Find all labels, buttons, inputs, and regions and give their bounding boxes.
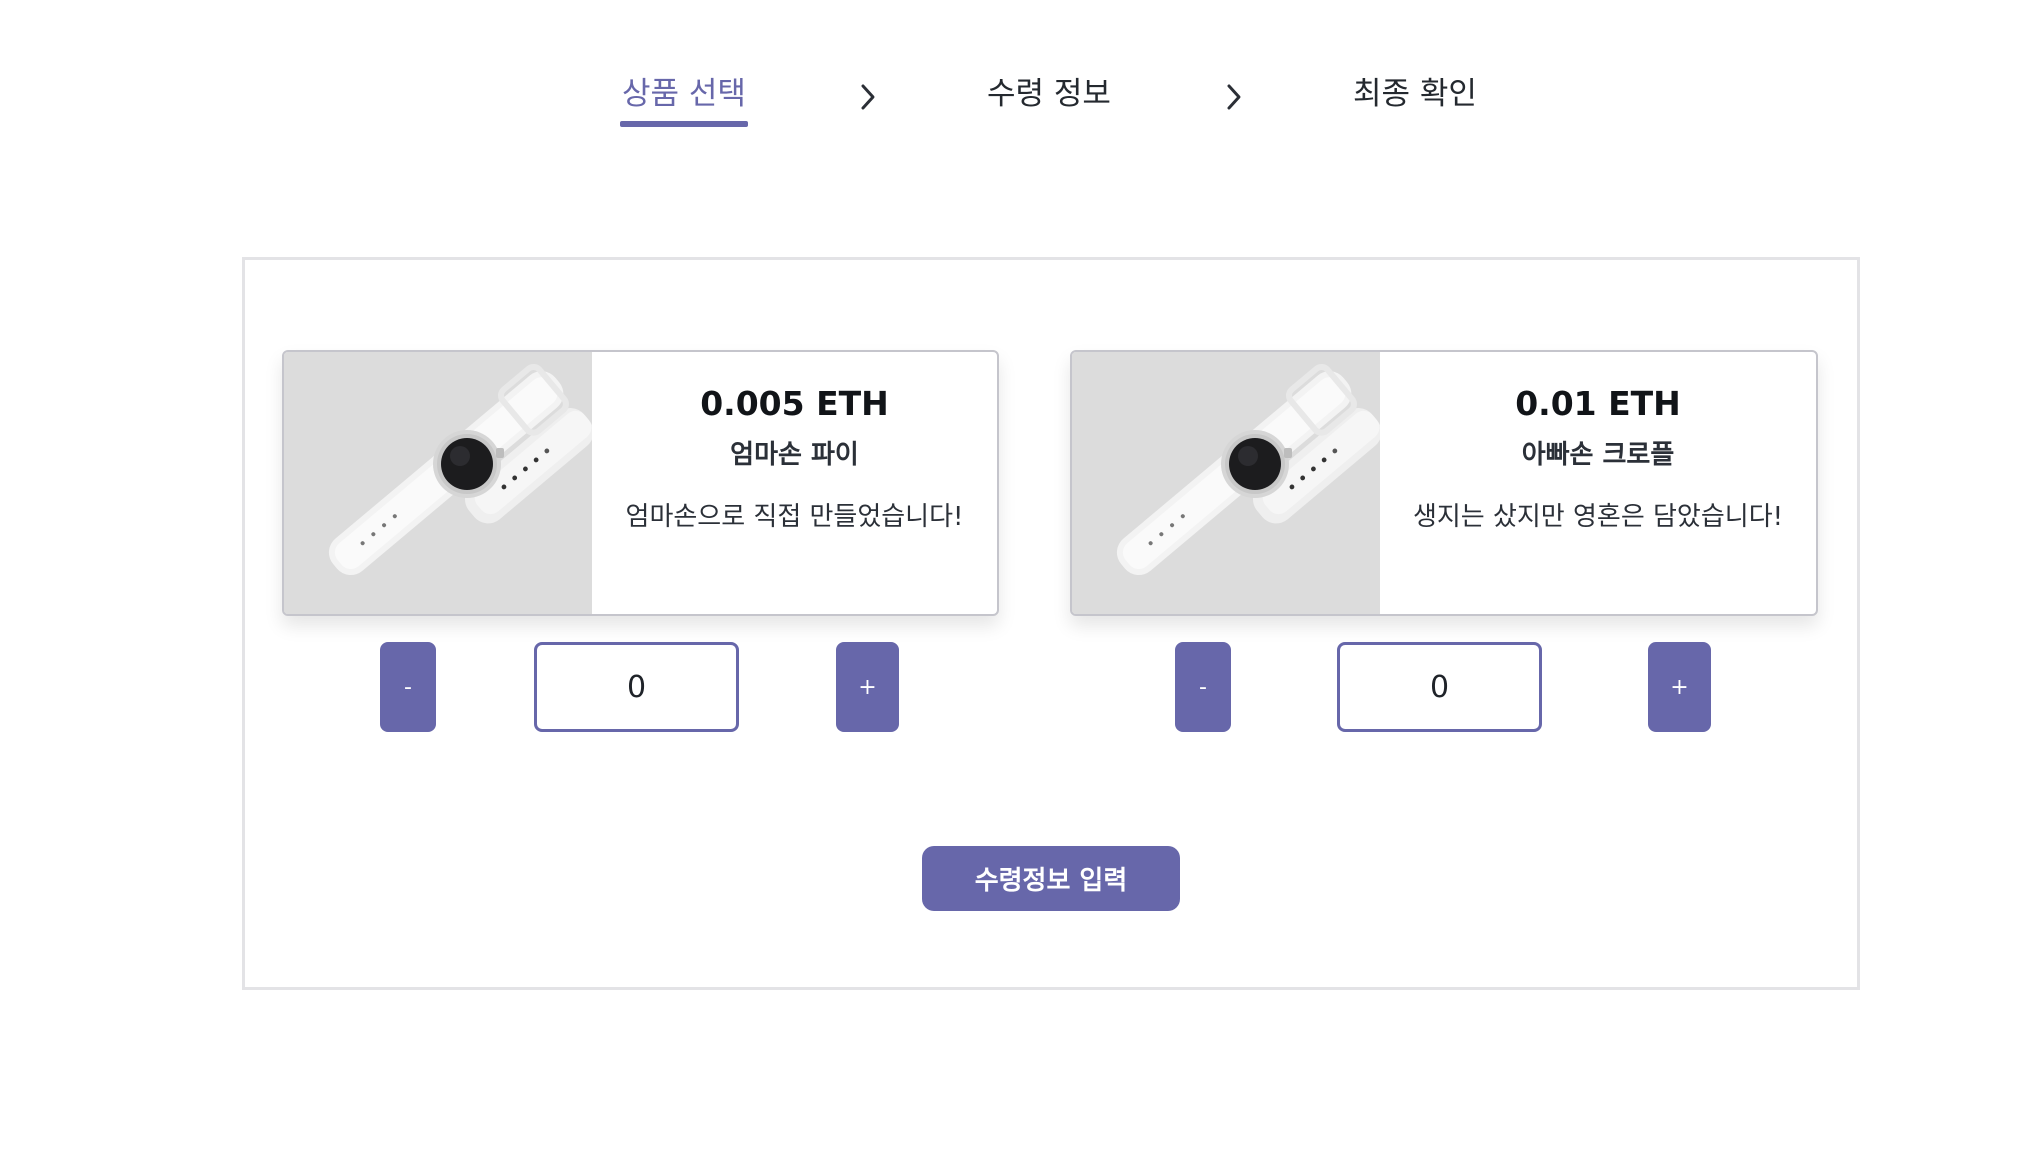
active-step-underline: [620, 121, 748, 127]
increase-quantity-button[interactable]: +: [1648, 642, 1711, 732]
product-description: 엄마손으로 직접 만들었습니다!: [625, 502, 964, 532]
step-delivery-info[interactable]: 수령 정보: [987, 72, 1111, 116]
product-price: 0.01 ETH: [1515, 384, 1681, 423]
product-info: 0.01 ETH 아빠손 크로플 생지는 샀지만 영혼은 담았습니다!: [1380, 352, 1816, 614]
product-description: 생지는 샀지만 영혼은 담았습니다!: [1412, 502, 1784, 532]
watch-image: [284, 352, 592, 614]
checkout-stepper: 상품 선택 수령 정보 최종 확인: [0, 0, 2036, 140]
chevron-right-icon: [856, 83, 880, 111]
product-name: 아빠손 크로플: [1521, 440, 1675, 470]
enter-delivery-info-button[interactable]: 수령정보 입력: [922, 846, 1180, 911]
product-price: 0.005 ETH: [700, 384, 889, 423]
step-product-select[interactable]: 상품 선택: [622, 72, 746, 116]
product-card: 0.005 ETH 엄마손 파이 엄마손으로 직접 만들었습니다!: [282, 350, 999, 616]
decrease-quantity-button[interactable]: -: [1175, 642, 1231, 732]
chevron-right-icon: [1222, 83, 1246, 111]
decrease-quantity-button[interactable]: -: [380, 642, 436, 732]
product-name: 엄마손 파이: [730, 440, 859, 470]
step-final-confirm[interactable]: 최종 확인: [1353, 72, 1477, 116]
product-card: 0.01 ETH 아빠손 크로플 생지는 샀지만 영혼은 담았습니다!: [1070, 350, 1818, 616]
product-info: 0.005 ETH 엄마손 파이 엄마손으로 직접 만들었습니다!: [592, 352, 997, 614]
increase-quantity-button[interactable]: +: [836, 642, 899, 732]
quantity-input[interactable]: [1337, 642, 1542, 732]
watch-image: [1072, 352, 1380, 614]
quantity-input[interactable]: [534, 642, 739, 732]
